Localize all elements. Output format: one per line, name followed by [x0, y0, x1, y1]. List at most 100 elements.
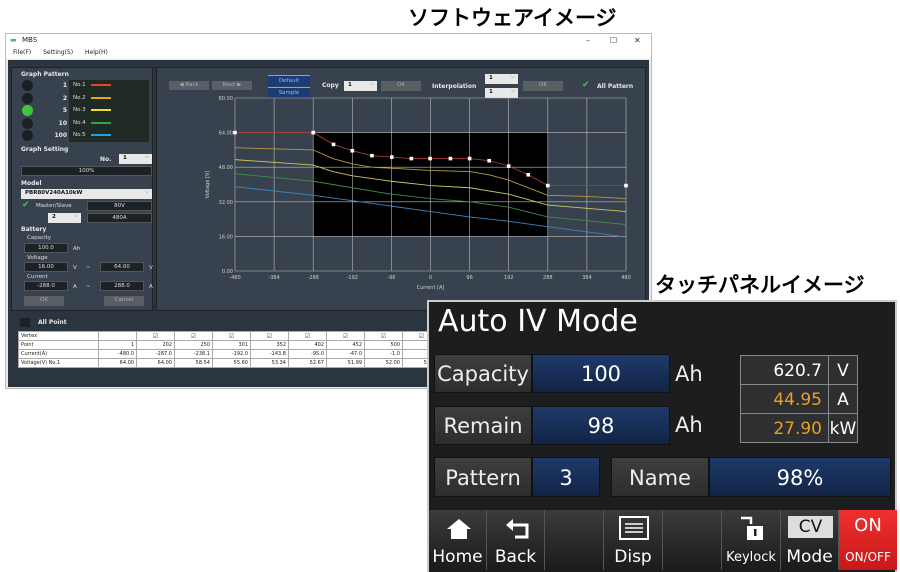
row-label: Voltage(V) No.1	[18, 358, 99, 368]
vertex-checkbox[interactable]: ☑	[326, 331, 365, 341]
legend-swatch	[91, 109, 111, 111]
pattern-value[interactable]: 3	[532, 457, 600, 497]
current-min-unit: A	[73, 284, 77, 290]
pattern-radio-100[interactable]	[22, 130, 33, 141]
all-point-label: All Point	[38, 319, 67, 326]
vertex-checkbox[interactable]: ☑	[364, 331, 403, 341]
table-cell: -143.8	[250, 349, 289, 359]
master-slave-count-select[interactable]: 2	[48, 212, 81, 223]
model-select[interactable]: PBR80V240A10kW	[21, 188, 152, 199]
minimize-button[interactable]: –	[586, 34, 590, 47]
meter-display: 620.7 V 44.95 A 27.90 kW	[740, 355, 862, 445]
data-point	[311, 130, 315, 135]
table-cell: -95.0	[288, 349, 327, 359]
pattern-radio-5[interactable]	[22, 105, 33, 116]
y-tick-label: 80.00	[219, 96, 233, 102]
vertex-checkbox[interactable]	[98, 331, 137, 341]
remain-value[interactable]: 98	[532, 406, 670, 445]
mode-key-label: Mode	[786, 547, 833, 567]
cancel-button[interactable]: Cancel	[104, 296, 144, 306]
name-value[interactable]: 98%	[709, 457, 891, 497]
settings-panel: Graph Pattern 1 2 5 10 100 No.1 No.2 No.3 No.4 N…	[11, 67, 153, 311]
table-cell: 352	[250, 340, 289, 350]
app-icon: ▬	[10, 36, 17, 44]
touch-panel: Auto IV Mode Capacity 100 Ah Remain 98 A…	[427, 300, 897, 572]
disp-key[interactable]: Disp	[604, 510, 663, 570]
vertex-checkbox[interactable]: ☑	[250, 331, 289, 341]
no-select[interactable]: 1	[119, 153, 152, 164]
legend-swatch	[91, 134, 111, 136]
current-min-input[interactable]: -288.0	[24, 281, 68, 291]
y-tick-label: 16.00	[219, 234, 233, 240]
disp-key-label: Disp	[614, 547, 652, 567]
y-tick-label: 64.00	[219, 131, 233, 137]
percent-display: 100%	[21, 166, 152, 176]
legend-label: No.2	[73, 94, 86, 101]
home-icon	[447, 519, 471, 539]
current-range-tilde: ~	[86, 284, 91, 290]
ok-button[interactable]: OK	[24, 296, 64, 306]
table-cell: 301	[212, 340, 251, 350]
remain-label: Remain	[434, 406, 532, 445]
data-point	[409, 156, 414, 161]
pattern-radio-1[interactable]	[22, 80, 33, 91]
point-table: Vertex ☑ ☑ ☑ ☑ ☑ ☑ ☑ ☑ Point 1 202 250 301 352 402 452 50…	[18, 331, 441, 368]
current-max-unit: A	[149, 284, 153, 290]
pattern-radio-10[interactable]	[22, 117, 33, 129]
meter-unit: kW	[828, 413, 858, 443]
table-cell: -287.0	[136, 349, 175, 359]
menu-help[interactable]: Help(H)	[85, 49, 108, 56]
table-cell: 51.99	[326, 358, 365, 368]
x-tick-label: 96	[466, 275, 472, 281]
touch-panel-image-heading: タッチパネルイメージ	[655, 273, 865, 297]
vertex-checkbox[interactable]: ☑	[288, 331, 327, 341]
table-row: Point1202250301352402452500550	[18, 340, 441, 350]
master-slave-checkbox[interactable]: ✔	[22, 201, 30, 210]
y-axis-label: Voltage [V]	[205, 171, 211, 199]
vertex-checkbox[interactable]: ☑	[136, 331, 175, 341]
table-cell: 64.00	[136, 358, 175, 368]
voltage-max-unit: V	[149, 265, 153, 271]
close-button[interactable]: ✕	[634, 34, 641, 47]
pattern-radio-2[interactable]	[22, 92, 33, 104]
back-key[interactable]: Back	[487, 510, 545, 570]
current-max-input[interactable]: 288.0	[100, 281, 144, 291]
menu-setting[interactable]: Setting(S)	[43, 49, 73, 56]
table-cell: -192.0	[212, 349, 251, 359]
x-axis-label: Current [A]	[417, 285, 445, 291]
pattern-number: 5	[62, 107, 67, 114]
menu-file[interactable]: File(F)	[13, 49, 31, 56]
table-cell: 1	[98, 340, 137, 350]
voltage-min-input[interactable]: 16.00	[24, 262, 68, 272]
data-point	[428, 156, 432, 161]
legend-swatch	[91, 121, 111, 124]
table-cell: 52.67	[288, 358, 327, 368]
vertex-checkbox[interactable]: ☑	[212, 331, 251, 341]
model-title: Model	[21, 180, 42, 187]
legend-swatch	[91, 84, 111, 86]
table-cell: 52.00	[364, 358, 403, 368]
window-title: MBS	[22, 36, 38, 44]
voltage-label: Voltage	[27, 255, 48, 261]
meter-unit: V	[828, 355, 858, 385]
maximize-button[interactable]: ☐	[610, 34, 617, 47]
pattern-number: 2	[62, 94, 67, 102]
remain-unit: Ah	[675, 413, 703, 437]
pattern-number: 1	[62, 82, 67, 89]
iv-chart[interactable]: -480 -384 -288 -192 -96 0 96 192 288 384 480 0.00 16…	[157, 68, 647, 312]
keylock-key[interactable]: Keylock	[722, 510, 781, 570]
meter-value: 27.90	[740, 413, 829, 443]
on-off-key[interactable]: ON ON/OFF	[839, 510, 897, 570]
x-tick-label: -480	[229, 275, 240, 281]
blank-key-1[interactable]	[545, 510, 604, 570]
blank-key-2[interactable]	[663, 510, 722, 570]
vertex-checkbox[interactable]: ☑	[174, 331, 213, 341]
capacity-input[interactable]: 100.0	[24, 243, 68, 253]
mode-key[interactable]: CV Mode	[781, 510, 839, 570]
graph-pattern-title: Graph Pattern	[21, 71, 69, 78]
home-key[interactable]: Home	[429, 510, 487, 570]
y-tick-label: 0.00	[222, 269, 233, 275]
voltage-max-input[interactable]: 64.00	[100, 262, 144, 272]
all-point-checkbox[interactable]	[20, 318, 30, 327]
capacity-value[interactable]: 100	[532, 354, 670, 393]
